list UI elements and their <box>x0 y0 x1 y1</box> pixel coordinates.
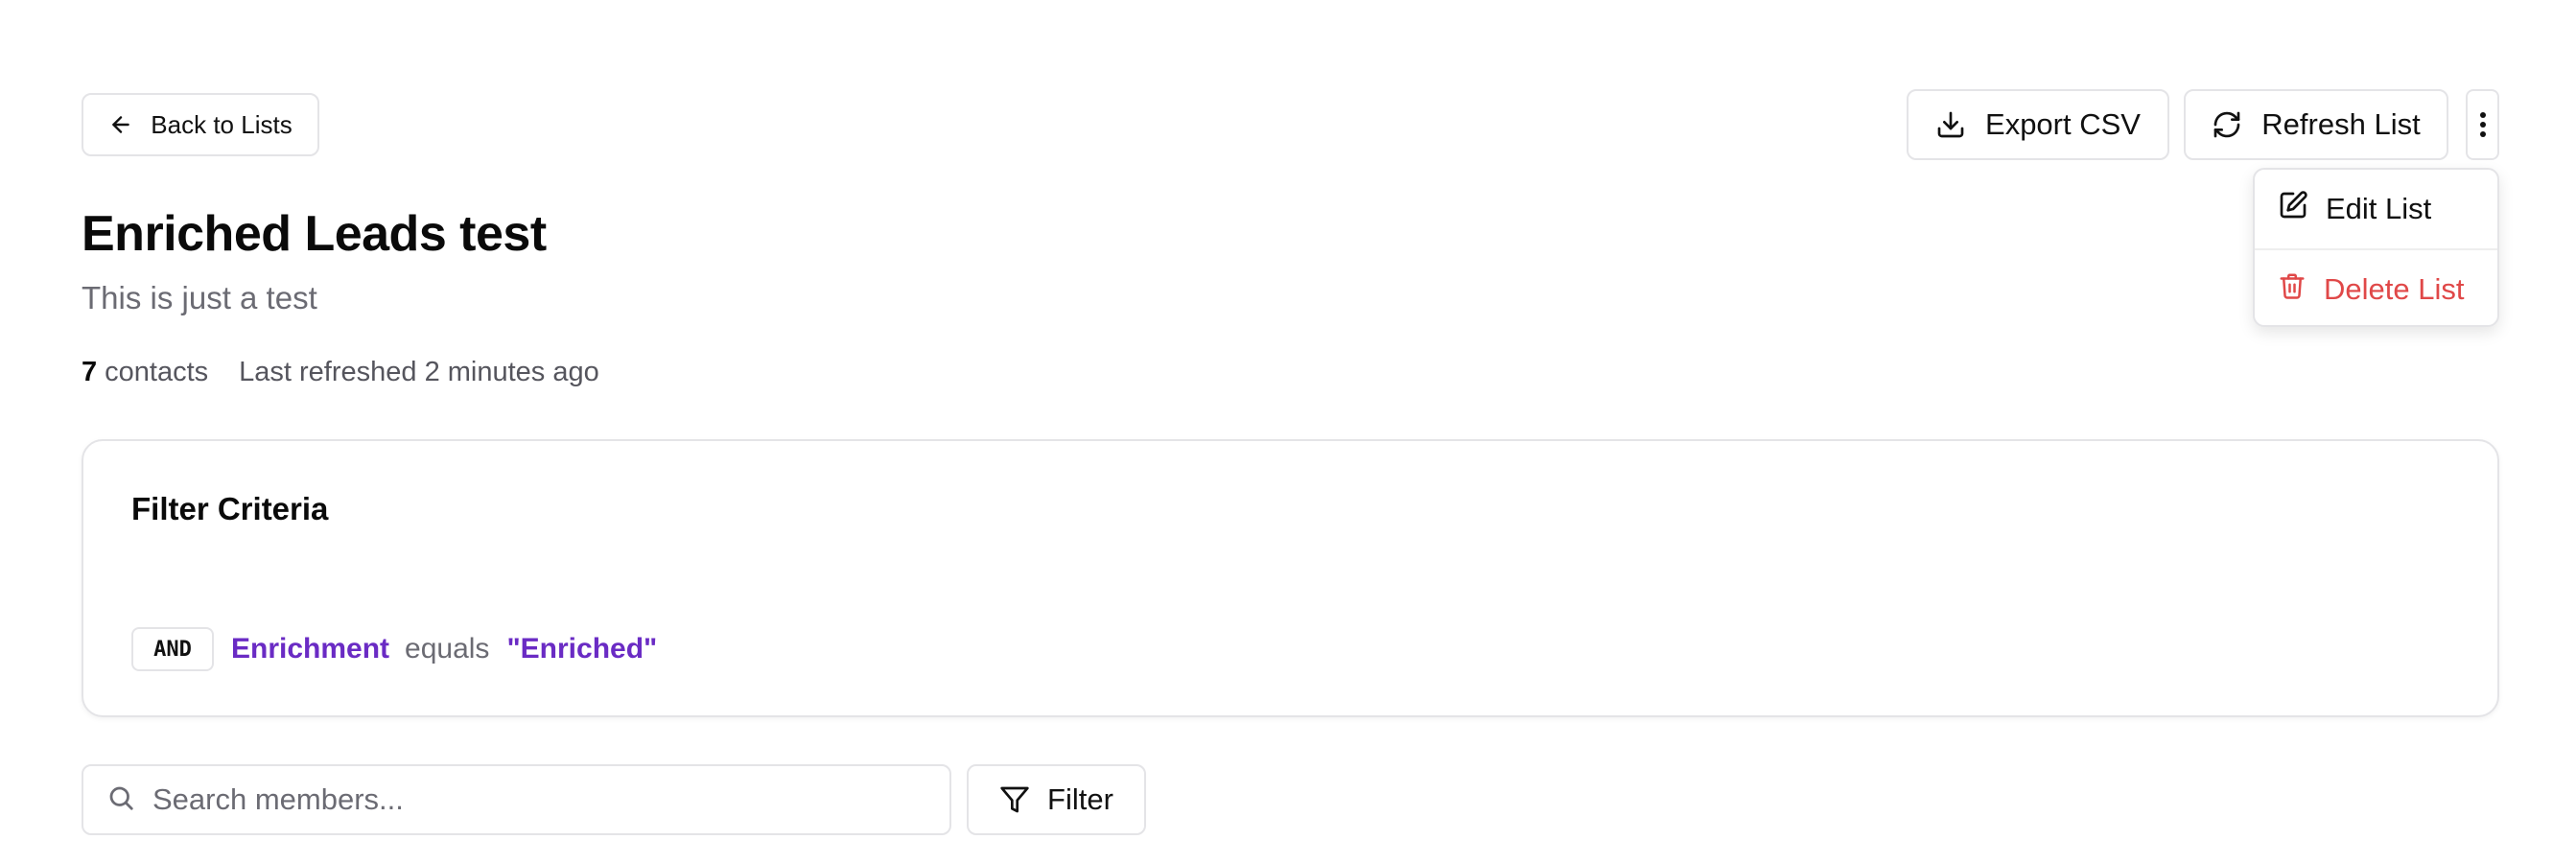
search-icon <box>106 783 135 817</box>
last-refreshed: Last refreshed 2 minutes ago <box>239 357 599 387</box>
more-actions-button[interactable] <box>2466 89 2499 160</box>
filter-value: "Enriched" <box>506 633 658 665</box>
back-to-lists-button[interactable]: Back to Lists <box>82 93 319 156</box>
filter-operator: equals <box>405 633 490 665</box>
back-to-lists-label: Back to Lists <box>151 109 293 139</box>
list-description: This is just a test <box>82 280 317 315</box>
page-title: Enriched Leads test <box>82 206 547 262</box>
export-csv-button[interactable]: Export CSV <box>1907 89 2169 160</box>
filter-field: Enrichment <box>231 633 390 665</box>
refresh-icon <box>2212 109 2242 140</box>
list-actions-menu: Edit List Delete List <box>2253 168 2499 327</box>
funnel-icon <box>999 784 1030 815</box>
search-input[interactable] <box>152 771 939 828</box>
filter-criteria-title: Filter Criteria <box>131 491 329 526</box>
edit-list-label: Edit List <box>2326 192 2432 225</box>
trash-icon <box>2278 270 2307 309</box>
delete-list-label: Delete List <box>2324 272 2465 306</box>
more-vertical-icon <box>2479 111 2487 138</box>
refresh-list-button[interactable]: Refresh List <box>2184 89 2448 160</box>
contact-count-suffix: contacts <box>105 357 209 387</box>
filter-criteria-card: Filter Criteria AND Enrichment equals "E… <box>82 439 2499 717</box>
filter-button[interactable]: Filter <box>967 764 1146 835</box>
export-csv-label: Export CSV <box>1985 107 2141 141</box>
refresh-list-label: Refresh List <box>2261 107 2421 141</box>
connector-badge: AND <box>131 627 214 671</box>
download-icon <box>1935 109 1966 140</box>
search-box[interactable] <box>82 764 951 835</box>
list-meta: 7 contacts Last refreshed 2 minutes ago <box>82 357 599 388</box>
menu-item-delete-list[interactable]: Delete List <box>2255 250 2497 329</box>
arrow-left-icon <box>108 112 133 137</box>
filter-rule: AND Enrichment equals "Enriched" <box>131 627 657 671</box>
edit-icon <box>2278 190 2308 228</box>
filter-button-label: Filter <box>1047 782 1113 816</box>
menu-item-edit-list[interactable]: Edit List <box>2255 170 2497 248</box>
contact-count: 7 <box>82 357 98 387</box>
